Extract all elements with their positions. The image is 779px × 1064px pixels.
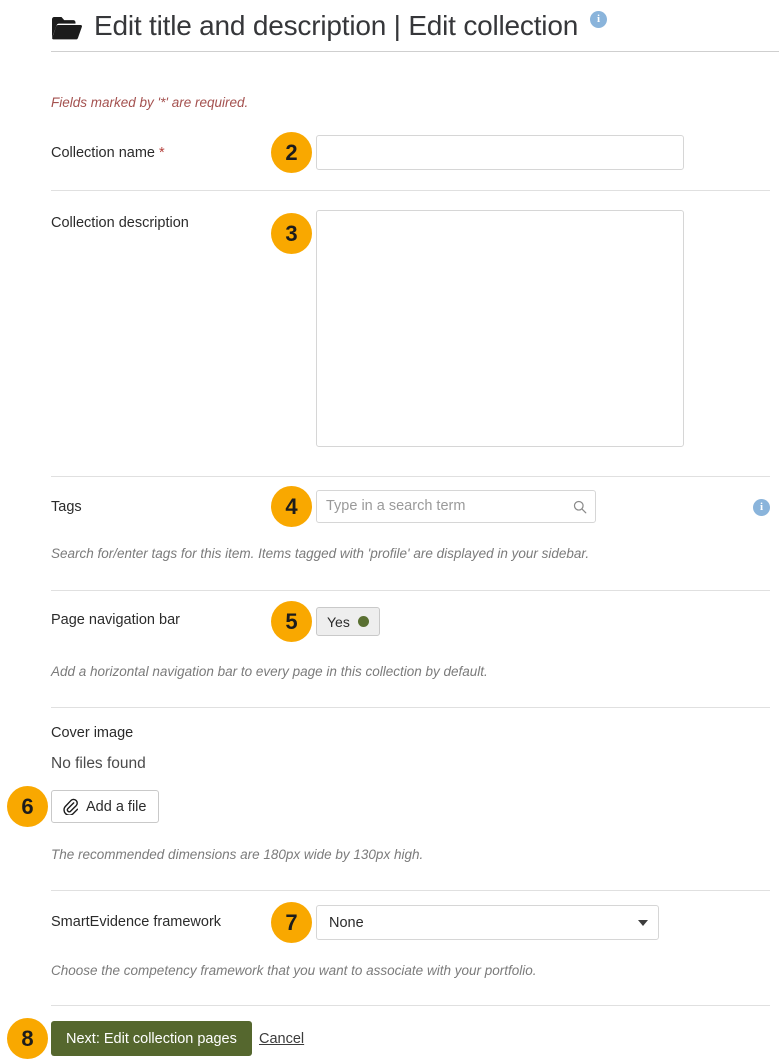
step-badge-3: 3 bbox=[271, 213, 312, 254]
collection-name-label: Collection name * bbox=[51, 145, 165, 161]
paperclip-icon bbox=[63, 798, 78, 815]
tags-input[interactable]: Type in a search term bbox=[316, 490, 596, 523]
cover-image-label: Cover image bbox=[51, 725, 134, 741]
divider-after-smartevidence bbox=[51, 1005, 770, 1006]
step-badge-6: 6 bbox=[7, 786, 48, 827]
collection-description-label: Collection description bbox=[51, 215, 189, 231]
cover-image-help-text: The recommended dimensions are 180px wid… bbox=[51, 847, 424, 862]
divider-after-collection-description bbox=[51, 476, 770, 477]
smartevidence-framework-select[interactable]: None bbox=[316, 905, 659, 940]
tags-placeholder: Type in a search term bbox=[326, 498, 466, 515]
page-navigation-bar-label: Page navigation bar bbox=[51, 612, 180, 628]
collection-description-textarea[interactable] bbox=[316, 210, 684, 447]
tags-label: Tags bbox=[51, 499, 82, 515]
divider-after-page-navigation-bar bbox=[51, 707, 770, 708]
step-badge-7: 7 bbox=[271, 902, 312, 943]
required-asterisk: * bbox=[159, 145, 165, 161]
step-badge-8: 8 bbox=[7, 1018, 48, 1059]
folder-icon bbox=[51, 12, 82, 40]
divider-after-tags bbox=[51, 590, 770, 591]
step-badge-5: 5 bbox=[271, 601, 312, 642]
chevron-down-icon[interactable] bbox=[638, 919, 648, 926]
cover-image-status: No files found bbox=[51, 755, 146, 772]
toggle-label: Yes bbox=[327, 613, 350, 630]
page-navigation-bar-toggle[interactable]: Yes bbox=[316, 607, 380, 636]
cancel-link[interactable]: Cancel bbox=[259, 1031, 304, 1047]
divider-after-cover-image bbox=[51, 890, 770, 891]
smartevidence-framework-label: SmartEvidence framework bbox=[51, 914, 222, 930]
page-title: Edit title and description | Edit collec… bbox=[94, 9, 579, 41]
add-file-button[interactable]: Add a file bbox=[51, 790, 160, 823]
smartevidence-framework-help-text: Choose the competency framework that you… bbox=[51, 963, 537, 978]
search-icon[interactable] bbox=[573, 500, 587, 514]
required-fields-note: Fields marked by '*' are required. bbox=[51, 95, 249, 110]
next-edit-collection-pages-button[interactable]: Next: Edit collection pages bbox=[51, 1021, 252, 1056]
smartevidence-framework-value: None bbox=[329, 914, 364, 931]
divider-after-collection-name bbox=[51, 190, 770, 191]
step-badge-2: 2 bbox=[271, 132, 312, 173]
step-badge-4: 4 bbox=[271, 486, 312, 527]
collection-name-value bbox=[317, 136, 683, 152]
collection-description-value bbox=[317, 211, 683, 227]
tags-help-text: Search for/enter tags for this item. Ite… bbox=[51, 546, 590, 561]
tags-info-icon[interactable]: i bbox=[753, 499, 770, 516]
add-file-label: Add a file bbox=[86, 798, 147, 815]
page-header: Edit title and description | Edit collec… bbox=[51, 0, 779, 52]
collection-name-input[interactable] bbox=[316, 135, 684, 170]
toggle-state-dot bbox=[357, 616, 369, 627]
page-navigation-bar-help-text: Add a horizontal navigation bar to every… bbox=[51, 664, 488, 679]
header-info-icon[interactable]: i bbox=[590, 11, 608, 28]
